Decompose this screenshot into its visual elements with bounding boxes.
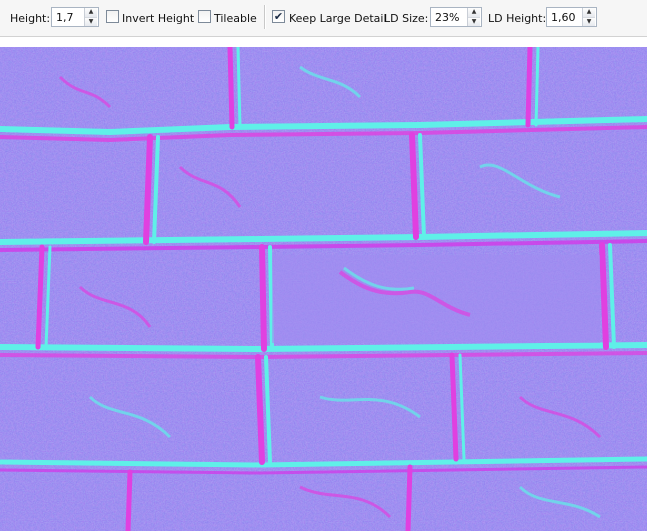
spin-down-icon[interactable]: ▼ [85, 17, 97, 26]
invert-height-label-text: Invert Height [122, 11, 195, 25]
height-spinbox[interactable]: 1,7 ▲ ▼ [51, 7, 99, 27]
ld-height-value[interactable]: 1,60 [547, 11, 582, 24]
spin-up-icon[interactable]: ▲ [85, 8, 97, 18]
height-label-text: Height: [10, 11, 51, 25]
toolbar: Height: 1,7 ▲ ▼ Invert Height Tileable ✔… [0, 0, 647, 37]
height-label: Height: [10, 0, 50, 36]
height-value[interactable]: 1,7 [52, 11, 84, 24]
spin-up-icon[interactable]: ▲ [583, 8, 595, 18]
ld-height-label-text: LD Height: [488, 11, 547, 25]
checkmark-icon: ✔ [273, 10, 284, 23]
keep-large-detail-label-text: Keep Large Detail [289, 11, 387, 25]
ld-height-spin-arrows[interactable]: ▲ ▼ [582, 8, 595, 26]
invert-height-checkbox[interactable] [106, 10, 119, 23]
invert-height-label[interactable]: Invert Height [122, 0, 194, 36]
spin-down-icon[interactable]: ▼ [468, 17, 480, 26]
tileable-label[interactable]: Tileable [214, 0, 257, 36]
spin-down-icon[interactable]: ▼ [583, 17, 595, 26]
toolbar-gap [0, 37, 647, 47]
ld-size-value[interactable]: 23% [431, 11, 467, 24]
tileable-checkbox[interactable] [198, 10, 211, 23]
ld-height-label: LD Height: [488, 0, 546, 36]
ld-size-label: LD Size: [384, 0, 428, 36]
height-spin-arrows[interactable]: ▲ ▼ [84, 8, 97, 26]
ld-size-label-text: LD Size: [384, 11, 429, 25]
tileable-label-text: Tileable [214, 11, 257, 25]
spin-up-icon[interactable]: ▲ [468, 8, 480, 18]
normal-map-preview[interactable] [0, 47, 647, 531]
keep-large-detail-checkbox[interactable]: ✔ [272, 10, 285, 23]
keep-large-detail-label[interactable]: Keep Large Detail [289, 0, 387, 36]
normal-map-texture [0, 47, 647, 531]
ld-size-spinbox[interactable]: 23% ▲ ▼ [430, 7, 482, 27]
ld-size-spin-arrows[interactable]: ▲ ▼ [467, 8, 480, 26]
ld-height-spinbox[interactable]: 1,60 ▲ ▼ [546, 7, 597, 27]
toolbar-separator [264, 5, 265, 29]
